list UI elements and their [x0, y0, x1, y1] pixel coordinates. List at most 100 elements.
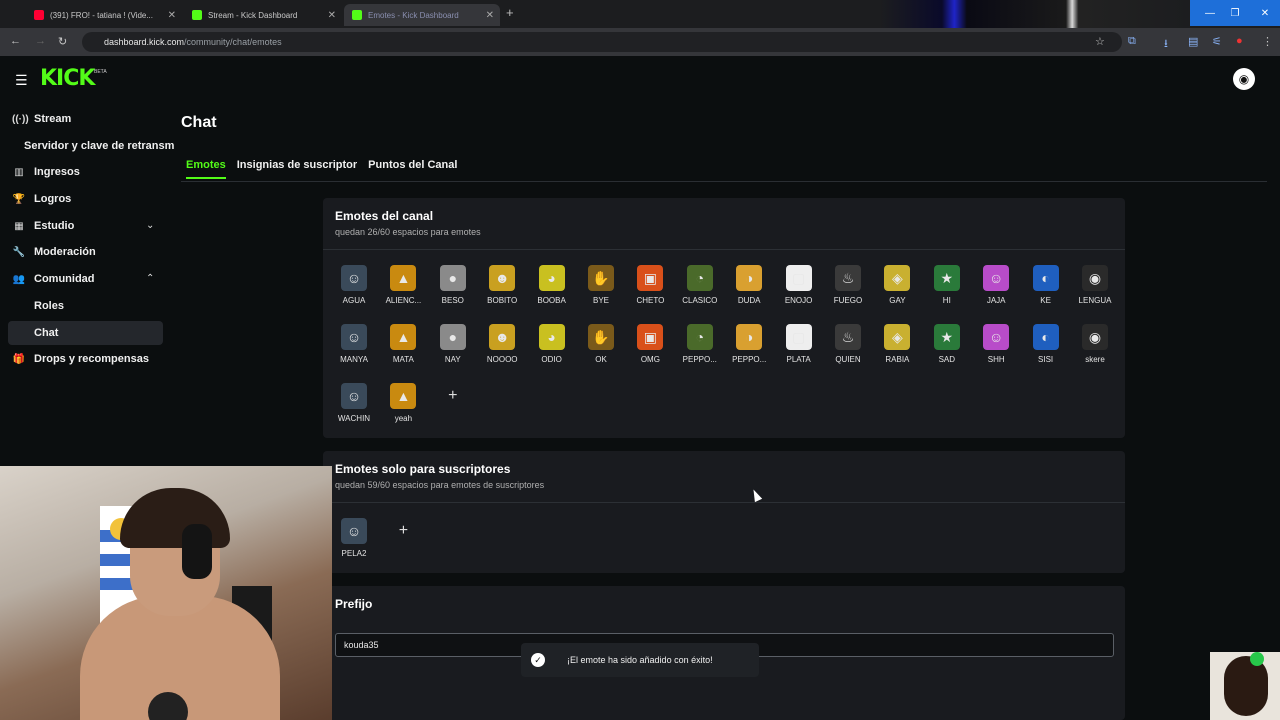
emote-image: ●: [439, 265, 466, 291]
sidebar-item-servidor[interactable]: Servidor y clave de retransm: [24, 135, 174, 157]
emote-label: WACHIN: [337, 414, 371, 423]
user-avatar[interactable]: ◉: [1233, 68, 1255, 90]
emote-item[interactable]: ★ HI: [923, 265, 971, 305]
sidebar-item-drops[interactable]: 🎁 Drops y recompensas: [12, 348, 149, 370]
sidebar-item-estudio[interactable]: ▦ Estudio: [12, 215, 74, 237]
browser-tab-emotes[interactable]: Emotes - Kick Dashboard ✕: [344, 4, 500, 26]
emote-item[interactable]: ◔ CLASICO: [676, 265, 724, 305]
emote-item[interactable]: ▲ yeah: [379, 383, 427, 423]
emote-item[interactable]: ✋ OK: [577, 324, 625, 364]
sidebar-item-roles[interactable]: Roles: [34, 295, 64, 317]
emote-item[interactable]: ◑ PEPPO...: [725, 324, 773, 364]
maximize-icon[interactable]: ❐: [1220, 0, 1250, 26]
emote-label: ODIO: [541, 355, 562, 364]
emote-item[interactable]: ▲ MATA: [379, 324, 427, 364]
forward-icon[interactable]: →: [35, 35, 46, 47]
emote-item[interactable]: ◑ DUDA: [725, 265, 773, 305]
url-host: dashboard.kick.com: [104, 37, 185, 47]
download-icon[interactable]: ⭳: [1164, 35, 1168, 54]
browser-tab-stream[interactable]: Stream - Kick Dashboard ✕: [184, 4, 342, 26]
bookmark-star-icon[interactable]: ☆: [1095, 35, 1105, 48]
new-tab-icon[interactable]: +: [506, 5, 514, 20]
emote-item[interactable]: ▢ PLATA: [775, 324, 823, 364]
emote-label: HI: [942, 296, 951, 305]
emote-label: MATA: [392, 355, 414, 364]
sidebar-item-comunidad[interactable]: 👥 Comunidad: [12, 268, 95, 290]
url-path: /community/chat/emotes: [184, 37, 282, 47]
emote-image: ▣: [637, 324, 664, 350]
layout-icon: ▦: [14, 220, 24, 232]
wrench-icon: 🔧: [12, 246, 26, 258]
emote-item[interactable]: ◉ LENGUA: [1071, 265, 1119, 305]
emote-item[interactable]: ✋ BYE: [577, 265, 625, 305]
emote-image: ◕: [538, 265, 565, 291]
chevron-down-icon[interactable]: ⌄: [146, 220, 154, 231]
emote-item[interactable]: ◈ RABIA: [873, 324, 921, 364]
emote-item[interactable]: ☺ SHH: [972, 324, 1020, 364]
emote-item[interactable]: ◕ ODIO: [528, 324, 576, 364]
chat-tabs: Emotes Insignias de suscriptor Puntos de…: [186, 159, 457, 179]
emote-item[interactable]: ★ SAD: [923, 324, 971, 364]
sidebar-item-logros[interactable]: 🏆 Logros: [12, 188, 72, 210]
emote-item[interactable]: ▣ CHETO: [626, 265, 674, 305]
emote-label: OMG: [640, 355, 660, 364]
kick-icon: [192, 10, 202, 20]
close-icon[interactable]: ✕: [486, 10, 494, 21]
sidebar-item-stream[interactable]: ((·)) Stream: [12, 108, 71, 130]
sidebar-item-ingresos[interactable]: ▥ Ingresos: [12, 161, 80, 183]
url-input[interactable]: dashboard.kick.com/community/chat/emotes: [82, 32, 1122, 52]
emote-label: OK: [595, 355, 607, 364]
emote-item[interactable]: ♨ QUIEN: [824, 324, 872, 364]
sidebar-item-chat[interactable]: Chat: [34, 322, 58, 344]
menu-icon[interactable]: ⋮: [1262, 35, 1273, 48]
youtube-icon: [34, 10, 44, 20]
emote-item[interactable]: ☺ MANYA: [330, 324, 378, 364]
emote-item[interactable]: ● NAY: [429, 324, 477, 364]
emote-image: ☺: [983, 324, 1010, 350]
hamburger-menu-icon[interactable]: ☰: [15, 72, 28, 89]
emote-item[interactable]: ◐ SISI: [1022, 324, 1070, 364]
sub-emotes-card: Emotes solo para suscriptores quedan 59/…: [323, 451, 1125, 573]
tab-insignias[interactable]: Insignias de suscriptor: [237, 159, 357, 179]
emote-label: FUEGO: [833, 296, 863, 305]
card-title: Prefijo: [335, 597, 373, 611]
extension-icon[interactable]: ⚟: [1212, 35, 1222, 48]
sidebar-item-moderacion[interactable]: 🔧 Moderación: [12, 241, 96, 263]
reload-icon[interactable]: ↻: [58, 35, 67, 48]
tab-emotes[interactable]: Emotes: [186, 159, 226, 179]
emote-label: QUIEN: [835, 355, 861, 364]
emote-image: ◈: [884, 265, 911, 291]
extension-icon[interactable]: ▤: [1188, 35, 1198, 48]
kick-logo[interactable]: KICK: [40, 66, 95, 91]
close-icon[interactable]: ✕: [328, 10, 336, 21]
extension-icon[interactable]: ⧉: [1128, 35, 1136, 48]
emote-item[interactable]: ♨ FUEGO: [824, 265, 872, 305]
close-icon[interactable]: ✕: [168, 10, 176, 21]
emote-item[interactable]: ☻ BOBITO: [478, 265, 526, 305]
emote-image: ◔: [686, 324, 713, 350]
emote-item[interactable]: ● BESO: [429, 265, 477, 305]
emote-item[interactable]: ◐ KE: [1022, 265, 1070, 305]
emote-item[interactable]: ☺ JAJA: [972, 265, 1020, 305]
chevron-up-icon[interactable]: ⌃: [146, 273, 154, 284]
add-emote-button[interactable]: +: [390, 518, 416, 544]
back-icon[interactable]: ←: [10, 35, 21, 47]
emote-item[interactable]: ◔ PEPPO...: [676, 324, 724, 364]
emote-item[interactable]: ☺ PELA2: [330, 518, 378, 558]
emote-item[interactable]: ◕ BOOBA: [528, 265, 576, 305]
emote-image: ☻: [489, 265, 516, 291]
profile-icon[interactable]: ●: [1236, 35, 1243, 47]
emote-item[interactable]: ◈ GAY: [873, 265, 921, 305]
emote-item[interactable]: ☻ NOOOO: [478, 324, 526, 364]
emote-item[interactable]: ▣ OMG: [626, 324, 674, 364]
close-window-icon[interactable]: ✕: [1250, 0, 1280, 26]
add-emote-button[interactable]: +: [440, 383, 466, 409]
browser-tab-youtube[interactable]: (391) FRO! - tatiana ! (Vide... ✕: [26, 4, 182, 26]
emote-item[interactable]: ☺ WACHIN: [330, 383, 378, 423]
second-webcam-overlay: [1210, 652, 1280, 720]
tab-puntos[interactable]: Puntos del Canal: [368, 159, 457, 179]
emote-item[interactable]: ◉ skere: [1071, 324, 1119, 364]
emote-item[interactable]: ▢ ENOJO: [775, 265, 823, 305]
emote-item[interactable]: ☺ AGUA: [330, 265, 378, 305]
emote-item[interactable]: ▲ ALIENC...: [379, 265, 427, 305]
